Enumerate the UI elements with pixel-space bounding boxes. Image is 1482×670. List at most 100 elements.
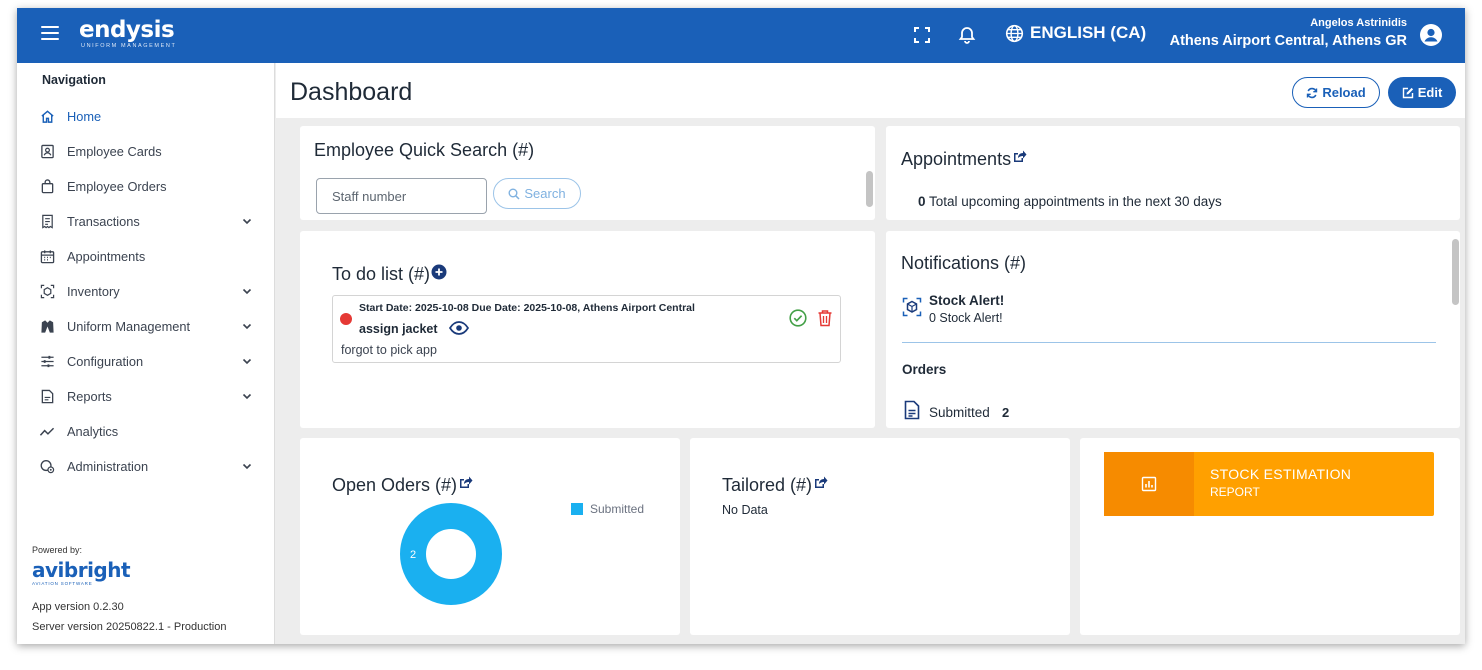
- nav-title: Navigation: [42, 73, 106, 87]
- appointments-summary: 0 Total upcoming appointments in the nex…: [918, 194, 1222, 209]
- complete-check-icon[interactable]: [789, 309, 807, 327]
- external-link-icon[interactable]: [813, 475, 828, 489]
- stock-estimation-title: STOCK ESTIMATION: [1210, 466, 1352, 482]
- scrollbar-thumb[interactable]: [1452, 239, 1459, 305]
- sidebar-item-label: Transactions: [67, 213, 140, 229]
- quick-search-card: Employee Quick Search (#) Search: [300, 126, 875, 220]
- admin-icon: [39, 458, 55, 474]
- orders-heading: Orders: [902, 362, 947, 377]
- user-avatar-icon[interactable]: [1419, 23, 1443, 47]
- todo-card: To do list (#) Start Date: 2025-10-08 Du…: [300, 231, 875, 428]
- tailored-title: Tailored (#): [722, 475, 813, 495]
- chevron-down-icon[interactable]: [241, 320, 253, 332]
- refresh-icon: [1307, 87, 1318, 98]
- trash-icon[interactable]: [817, 309, 833, 327]
- sidebar-item-configuration[interactable]: Configuration: [39, 348, 253, 374]
- stock-estimation-card: STOCK ESTIMATION REPORT: [1080, 438, 1460, 635]
- sidebar-item-label: Appointments: [67, 248, 146, 264]
- menu-icon[interactable]: [41, 26, 59, 40]
- open-orders-donut-chart[interactable]: 2: [395, 498, 507, 610]
- todo-item[interactable]: Start Date: 2025-10-08 Due Date: 2025-10…: [332, 295, 841, 363]
- donut-slice-submitted[interactable]: [400, 503, 502, 605]
- search-button[interactable]: Search: [493, 178, 581, 209]
- donut-data-label: 2: [410, 549, 416, 561]
- search-label: Search: [524, 186, 566, 201]
- receipt-icon: [39, 213, 55, 229]
- tailored-card: Tailored (#) No Data: [690, 438, 1070, 635]
- user-name: Angelos Astrinidis: [1310, 17, 1407, 29]
- calendar-icon: [39, 248, 55, 264]
- chart-report-icon: [1141, 476, 1157, 492]
- app-window: endysis UNIFORM MANAGEMENT ENGLISH (CA) …: [17, 8, 1465, 644]
- brand-logo: avibright AVIATION SOFTWARE: [32, 559, 131, 586]
- todo-name: assign jacket: [359, 322, 438, 336]
- appointments-text: Total upcoming appointments in the next …: [929, 194, 1222, 209]
- sidebar-item-administration[interactable]: Administration: [39, 453, 253, 479]
- stock-alert-title: Stock Alert!: [929, 293, 1005, 308]
- chevron-down-icon[interactable]: [241, 355, 253, 367]
- notifications-card: Notifications (#) Stock Alert! 0 Stock A…: [886, 231, 1460, 428]
- sidebar-item-label: Employee Orders: [67, 178, 167, 194]
- tailored-title-wrap: Tailored (#): [722, 475, 828, 496]
- chevron-down-icon[interactable]: [241, 285, 253, 297]
- page-title: Dashboard: [290, 78, 413, 106]
- user-location: Athens Airport Central, Athens GR: [1169, 33, 1407, 49]
- sidebar-item-transactions[interactable]: Transactions: [39, 208, 253, 234]
- app-logo[interactable]: endysis UNIFORM MANAGEMENT: [79, 17, 176, 49]
- server-version: Server version 20250822.1 - Production: [32, 621, 227, 633]
- sidebar-item-label: Configuration: [67, 353, 144, 369]
- chevron-down-icon[interactable]: [241, 460, 253, 472]
- chevron-down-icon[interactable]: [241, 215, 253, 227]
- sidebar-item-reports[interactable]: Reports: [39, 383, 253, 409]
- sidebar-item-appointments[interactable]: Appointments: [39, 243, 253, 269]
- open-orders-title-wrap: Open Oders (#): [332, 475, 473, 496]
- jacket-icon: [39, 318, 55, 334]
- scrollbar-thumb[interactable]: [866, 171, 873, 207]
- app-version: App version 0.2.30: [32, 601, 124, 613]
- bell-icon[interactable]: [957, 25, 977, 45]
- stock-estimation-subtitle: REPORT: [1210, 485, 1260, 499]
- sidebar-item-analytics[interactable]: Analytics: [39, 418, 253, 444]
- language-selector[interactable]: ENGLISH (CA): [1005, 23, 1146, 43]
- sidebar: Navigation Home Employee Cards Employee …: [17, 63, 275, 644]
- sidebar-item-label: Analytics: [67, 423, 119, 439]
- sidebar-item-home[interactable]: Home: [39, 103, 253, 129]
- search-icon: [508, 188, 520, 200]
- stock-alert-icon: [902, 297, 922, 317]
- submitted-orders-label[interactable]: Submitted: [929, 405, 990, 420]
- eye-icon[interactable]: [449, 321, 469, 335]
- chevron-down-icon[interactable]: [241, 390, 253, 402]
- fullscreen-icon[interactable]: [912, 25, 932, 45]
- globe-icon: [1005, 24, 1024, 42]
- home-icon: [39, 108, 55, 124]
- sidebar-item-employee-cards[interactable]: Employee Cards: [39, 138, 253, 164]
- user-info[interactable]: Angelos Astrinidis Athens Airport Centra…: [1170, 17, 1407, 49]
- external-link-icon[interactable]: [458, 475, 473, 489]
- todo-title: To do list (#): [332, 264, 431, 284]
- legend-label: Submitted: [590, 502, 645, 516]
- stock-estimation-report-button[interactable]: STOCK ESTIMATION REPORT: [1104, 452, 1434, 516]
- page-header: Dashboard Reload Edit: [276, 63, 1465, 118]
- appointments-title: Appointments: [901, 149, 1012, 169]
- appointments-title-wrap: Appointments: [901, 149, 1027, 170]
- todo-dates: Start Date: 2025-10-08 Due Date: 2025-10…: [359, 302, 695, 314]
- chart-legend[interactable]: Submitted: [571, 502, 644, 516]
- sidebar-item-uniform-management[interactable]: Uniform Management: [39, 313, 253, 339]
- tailored-empty-text: No Data: [722, 503, 768, 517]
- open-orders-card: Open Oders (#) 2 Submitted: [300, 438, 680, 635]
- todo-description: forgot to pick app: [341, 343, 437, 357]
- sidebar-item-inventory[interactable]: Inventory: [39, 278, 253, 304]
- sidebar-item-label: Employee Cards: [67, 143, 162, 159]
- reload-label: Reload: [1322, 85, 1366, 100]
- shopping-bag-icon: [39, 178, 55, 194]
- powered-by-label: Powered by:: [32, 545, 83, 555]
- add-todo-icon[interactable]: [431, 264, 447, 280]
- sidebar-item-employee-orders[interactable]: Employee Orders: [39, 173, 253, 199]
- inventory-icon: [39, 283, 55, 299]
- top-bar: endysis UNIFORM MANAGEMENT ENGLISH (CA) …: [17, 8, 1465, 63]
- external-link-icon[interactable]: [1012, 149, 1027, 163]
- staff-number-input[interactable]: [316, 178, 487, 214]
- sidebar-item-label: Uniform Management: [67, 318, 191, 334]
- edit-button[interactable]: Edit: [1388, 77, 1456, 108]
- reload-button[interactable]: Reload: [1292, 77, 1380, 108]
